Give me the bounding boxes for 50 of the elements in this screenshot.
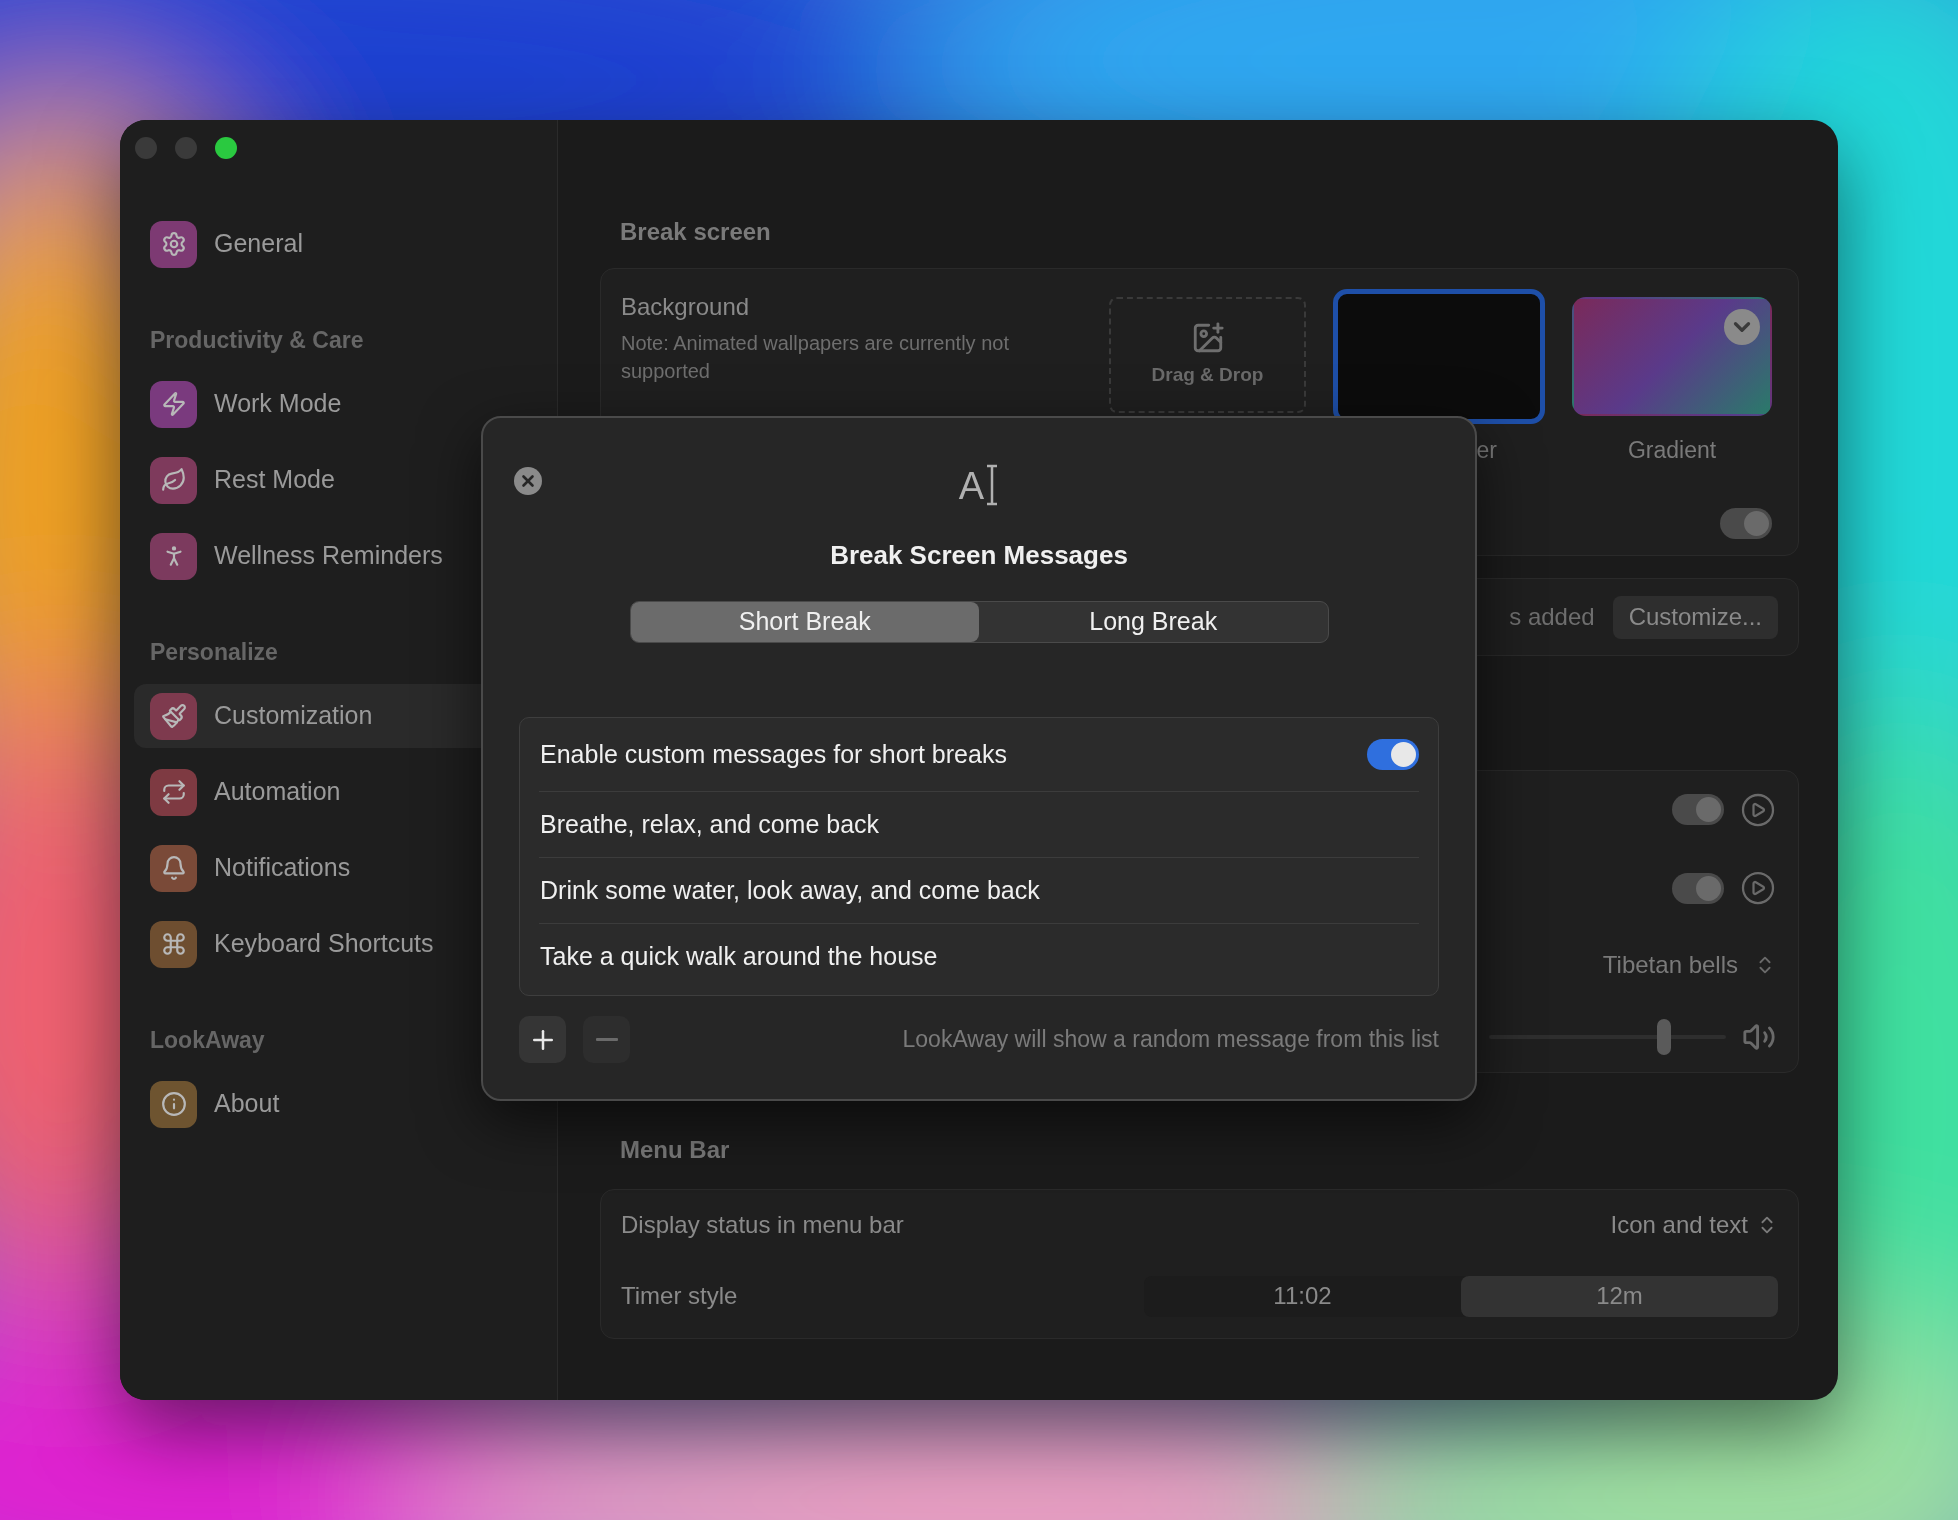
message-row[interactable]: Drink some water, look away, and come back	[539, 858, 1419, 924]
footer-note: LookAway will show a random message from this list	[902, 1025, 1439, 1055]
segment-option[interactable]: 11:02	[1144, 1275, 1461, 1317]
play-button[interactable]	[1740, 791, 1776, 828]
toggle-switch[interactable]	[1367, 739, 1419, 770]
sidebar-item[interactable]: Rest Mode	[134, 448, 543, 512]
add-button[interactable]	[519, 1016, 566, 1063]
toggle-switch[interactable]	[1672, 794, 1724, 826]
sidebar-item[interactable]: About	[134, 1072, 543, 1136]
zoom-window-button[interactable]	[215, 137, 237, 159]
tile-label: er	[1476, 436, 1497, 463]
segment-option[interactable]: 12m	[1461, 1275, 1778, 1317]
background-tile[interactable]	[1333, 289, 1545, 424]
sidebar-heading: LookAway	[150, 1025, 265, 1055]
status-select[interactable]: Icon and text	[1610, 1207, 1748, 1243]
remove-button[interactable]	[583, 1016, 630, 1063]
dialog-title: Break Screen Messages	[830, 539, 1128, 570]
messages-count-text: s added	[1509, 602, 1595, 632]
toggle-switch[interactable]	[1672, 872, 1724, 904]
play-button[interactable]	[1740, 870, 1776, 907]
note-text: Note: Animated wallpapers are currently not supported	[621, 331, 1010, 384]
volume-slider[interactable]	[1489, 1018, 1726, 1055]
tab[interactable]: Short Break	[630, 602, 979, 642]
message-row[interactable]: Breathe, relax, and come back	[539, 792, 1419, 858]
section-heading: Menu Bar	[619, 1135, 731, 1165]
sidebar-heading: Productivity & Care	[150, 325, 364, 355]
tab[interactable]: Long Break	[979, 602, 1328, 642]
minus-icon	[595, 1038, 618, 1041]
enable-label: Enable custom messages for short breaks	[540, 738, 1007, 770]
sidebar-item[interactable]: Work Mode	[134, 372, 543, 436]
sidebar-item[interactable]: General	[134, 212, 543, 276]
tile-label: Gradient	[1627, 436, 1717, 463]
text-format-glyph: A	[958, 466, 985, 506]
drop-zone[interactable]: Drag & Drop	[1109, 297, 1306, 413]
setting-label: Display status in menu bar	[621, 1210, 904, 1240]
text-cursor-icon	[985, 464, 1000, 506]
setting-label: Timer style	[621, 1281, 738, 1311]
sidebar-heading: Personalize	[150, 637, 278, 667]
close-icon	[519, 472, 537, 490]
chevron-down-icon[interactable]	[1724, 309, 1760, 345]
sound-select[interactable]: Tibetan bells	[1602, 946, 1738, 983]
gradient-tile[interactable]	[1572, 297, 1772, 416]
toggle-switch[interactable]	[1720, 508, 1772, 539]
section-heading: Break screen	[619, 217, 772, 247]
sidebar-item[interactable]: Wellness Reminders	[134, 524, 543, 588]
background-label: Background	[621, 292, 751, 322]
customize-button[interactable]: Customize...	[1612, 595, 1778, 639]
message-row[interactable]: Take a quick walk around the house	[539, 924, 1419, 990]
slider-thumb[interactable]	[1657, 1018, 1672, 1055]
close-button[interactable]	[514, 467, 542, 495]
